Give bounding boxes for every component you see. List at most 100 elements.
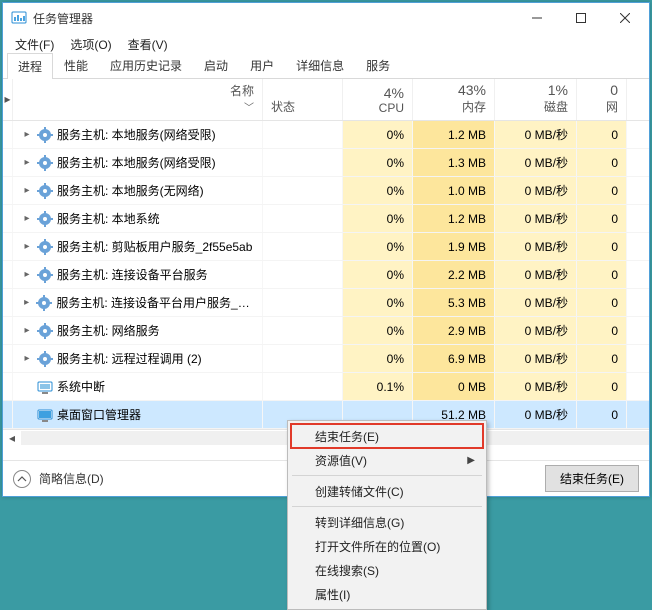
row-expander-gap: [3, 289, 13, 316]
cell-cpu: 0%: [343, 317, 413, 344]
ctx-end-task[interactable]: 结束任务(E): [291, 424, 483, 448]
table-row[interactable]: ▸服务主机: 本地系统0%1.2 MB0 MB/秒0: [3, 205, 649, 233]
tab-details[interactable]: 详细信息: [285, 52, 355, 78]
expand-chevron-icon[interactable]: ▸: [21, 241, 33, 252]
cell-name: ▸ 服务主机: 连接设备平台用户服务_2f5...: [13, 289, 263, 316]
column-expander[interactable]: ▸: [3, 79, 13, 120]
expand-chevron-icon[interactable]: ▸: [21, 297, 32, 308]
context-menu: 结束任务(E) 资源值(V)▶ 创建转储文件(C) 转到详细信息(G) 打开文件…: [287, 420, 487, 610]
row-expander-gap: [3, 177, 13, 204]
cell-memory: 1.2 MB: [413, 121, 495, 148]
cell-network: 0: [577, 149, 627, 176]
ctx-properties[interactable]: 属性(I): [291, 582, 483, 606]
ctx-create-dump[interactable]: 创建转储文件(C): [291, 479, 483, 503]
cell-disk: 0 MB/秒: [495, 317, 577, 344]
process-name: 桌面窗口管理器: [57, 406, 141, 423]
maximize-button[interactable]: [559, 4, 603, 32]
process-name: 系统中断: [57, 378, 105, 395]
process-icon: [36, 295, 52, 311]
column-name[interactable]: 名称﹀: [13, 79, 263, 120]
cell-disk: 0 MB/秒: [495, 345, 577, 372]
table-row[interactable]: ▸服务主机: 网络服务0%2.9 MB0 MB/秒0: [3, 317, 649, 345]
row-expander-gap: [3, 317, 13, 344]
table-row[interactable]: ▸服务主机: 本地服务(网络受限)0%1.3 MB0 MB/秒0: [3, 149, 649, 177]
cell-cpu: 0%: [343, 345, 413, 372]
table-row[interactable]: ▸服务主机: 本地服务(无网络)0%1.0 MB0 MB/秒0: [3, 177, 649, 205]
window-title: 任务管理器: [33, 10, 515, 27]
cell-name: ▸服务主机: 连接设备平台服务: [13, 261, 263, 288]
ctx-goto-details[interactable]: 转到详细信息(G): [291, 510, 483, 534]
close-button[interactable]: [603, 4, 647, 32]
cell-status: [263, 149, 343, 176]
fewer-details-button[interactable]: 简略信息(D): [13, 470, 104, 488]
cell-network: 0: [577, 205, 627, 232]
column-memory[interactable]: 43%内存: [413, 79, 495, 120]
cell-memory: 2.2 MB: [413, 261, 495, 288]
process-icon: [37, 155, 53, 171]
table-row[interactable]: 系统中断0.1%0 MB0 MB/秒0: [3, 373, 649, 401]
cell-disk: 0 MB/秒: [495, 205, 577, 232]
row-expander-gap: [3, 121, 13, 148]
cell-name: ▸ 服务主机: 网络服务: [13, 317, 263, 344]
process-name: 服务主机: 本地系统: [57, 210, 160, 227]
cell-memory: 1.3 MB: [413, 149, 495, 176]
column-status[interactable]: 状态: [263, 79, 343, 120]
cell-network: 0: [577, 373, 627, 400]
column-cpu[interactable]: 4%CPU: [343, 79, 413, 120]
expand-chevron-icon[interactable]: ▸: [21, 325, 33, 336]
tab-users[interactable]: 用户: [239, 52, 285, 78]
expand-chevron-icon[interactable]: ▸: [21, 157, 33, 168]
tab-history[interactable]: 应用历史记录: [99, 52, 193, 78]
app-icon: [11, 10, 27, 26]
row-expander-gap: [3, 373, 13, 400]
chevron-down-icon: ﹀: [244, 99, 254, 114]
expand-chevron-icon[interactable]: ▸: [21, 269, 33, 280]
ctx-search-online[interactable]: 在线搜索(S): [291, 558, 483, 582]
tab-processes[interactable]: 进程: [7, 53, 53, 79]
process-name: 服务主机: 本地服务(无网络): [57, 182, 204, 199]
ctx-resource-values[interactable]: 资源值(V)▶: [291, 448, 483, 472]
ctx-resource-values-label: 资源值(V): [315, 452, 367, 469]
cell-status: [263, 317, 343, 344]
expand-chevron-icon[interactable]: ▸: [21, 353, 33, 364]
ctx-open-location[interactable]: 打开文件所在的位置(O): [291, 534, 483, 558]
process-icon: [37, 183, 53, 199]
cell-network: 0: [577, 177, 627, 204]
minimize-button[interactable]: [515, 4, 559, 32]
expand-chevron-icon[interactable]: ▸: [21, 185, 33, 196]
cell-status: [263, 233, 343, 260]
cell-name: ▸ 服务主机: 本地系统: [13, 205, 263, 232]
end-task-button[interactable]: 结束任务(E): [545, 465, 639, 492]
expand-chevron-icon[interactable]: ▸: [21, 129, 33, 140]
cell-status: [263, 261, 343, 288]
cell-name: 桌面窗口管理器: [13, 401, 263, 428]
cell-cpu: 0.1%: [343, 373, 413, 400]
column-disk[interactable]: 1%磁盘: [495, 79, 577, 120]
cell-memory: 5.3 MB: [413, 289, 495, 316]
process-name: 服务主机: 本地服务(网络受限): [57, 126, 216, 143]
cell-status: [263, 289, 343, 316]
expand-chevron-icon[interactable]: ▸: [21, 213, 33, 224]
table-row[interactable]: ▸服务主机: 远程过程调用 (2)0%6.9 MB0 MB/秒0: [3, 345, 649, 373]
table-row[interactable]: ▸服务主机: 本地服务(网络受限)0%1.2 MB0 MB/秒0: [3, 121, 649, 149]
process-name: 服务主机: 网络服务: [57, 322, 160, 339]
process-name: 服务主机: 连接设备平台用户服务_2f5...: [56, 294, 254, 311]
process-table-area: ▸ 名称﹀ 状态 4%CPU 43%内存 1%磁盘 0网 ▸ 服务主机: 本地服务…: [3, 79, 649, 460]
titlebar[interactable]: 任务管理器: [3, 3, 649, 33]
column-network[interactable]: 0网: [577, 79, 627, 120]
table-row[interactable]: ▸服务主机: 连接设备平台用户服务_2f5...0%5.3 MB0 MB/秒0: [3, 289, 649, 317]
cell-cpu: 0%: [343, 205, 413, 232]
cell-cpu: 0%: [343, 121, 413, 148]
cell-memory: 6.9 MB: [413, 345, 495, 372]
tab-services[interactable]: 服务: [355, 52, 401, 78]
process-icon: [37, 323, 53, 339]
tab-performance[interactable]: 性能: [53, 52, 99, 78]
scroll-left-icon[interactable]: ◂: [3, 431, 21, 445]
tab-startup[interactable]: 启动: [193, 52, 239, 78]
table-row[interactable]: ▸服务主机: 剪贴板用户服务_2f55e5ab0%1.9 MB0 MB/秒0: [3, 233, 649, 261]
process-name: 服务主机: 本地服务(网络受限): [57, 154, 216, 171]
table-row[interactable]: ▸服务主机: 连接设备平台服务0%2.2 MB0 MB/秒0: [3, 261, 649, 289]
cell-disk: 0 MB/秒: [495, 149, 577, 176]
menu-separator: [292, 506, 482, 507]
process-icon: [37, 407, 53, 423]
